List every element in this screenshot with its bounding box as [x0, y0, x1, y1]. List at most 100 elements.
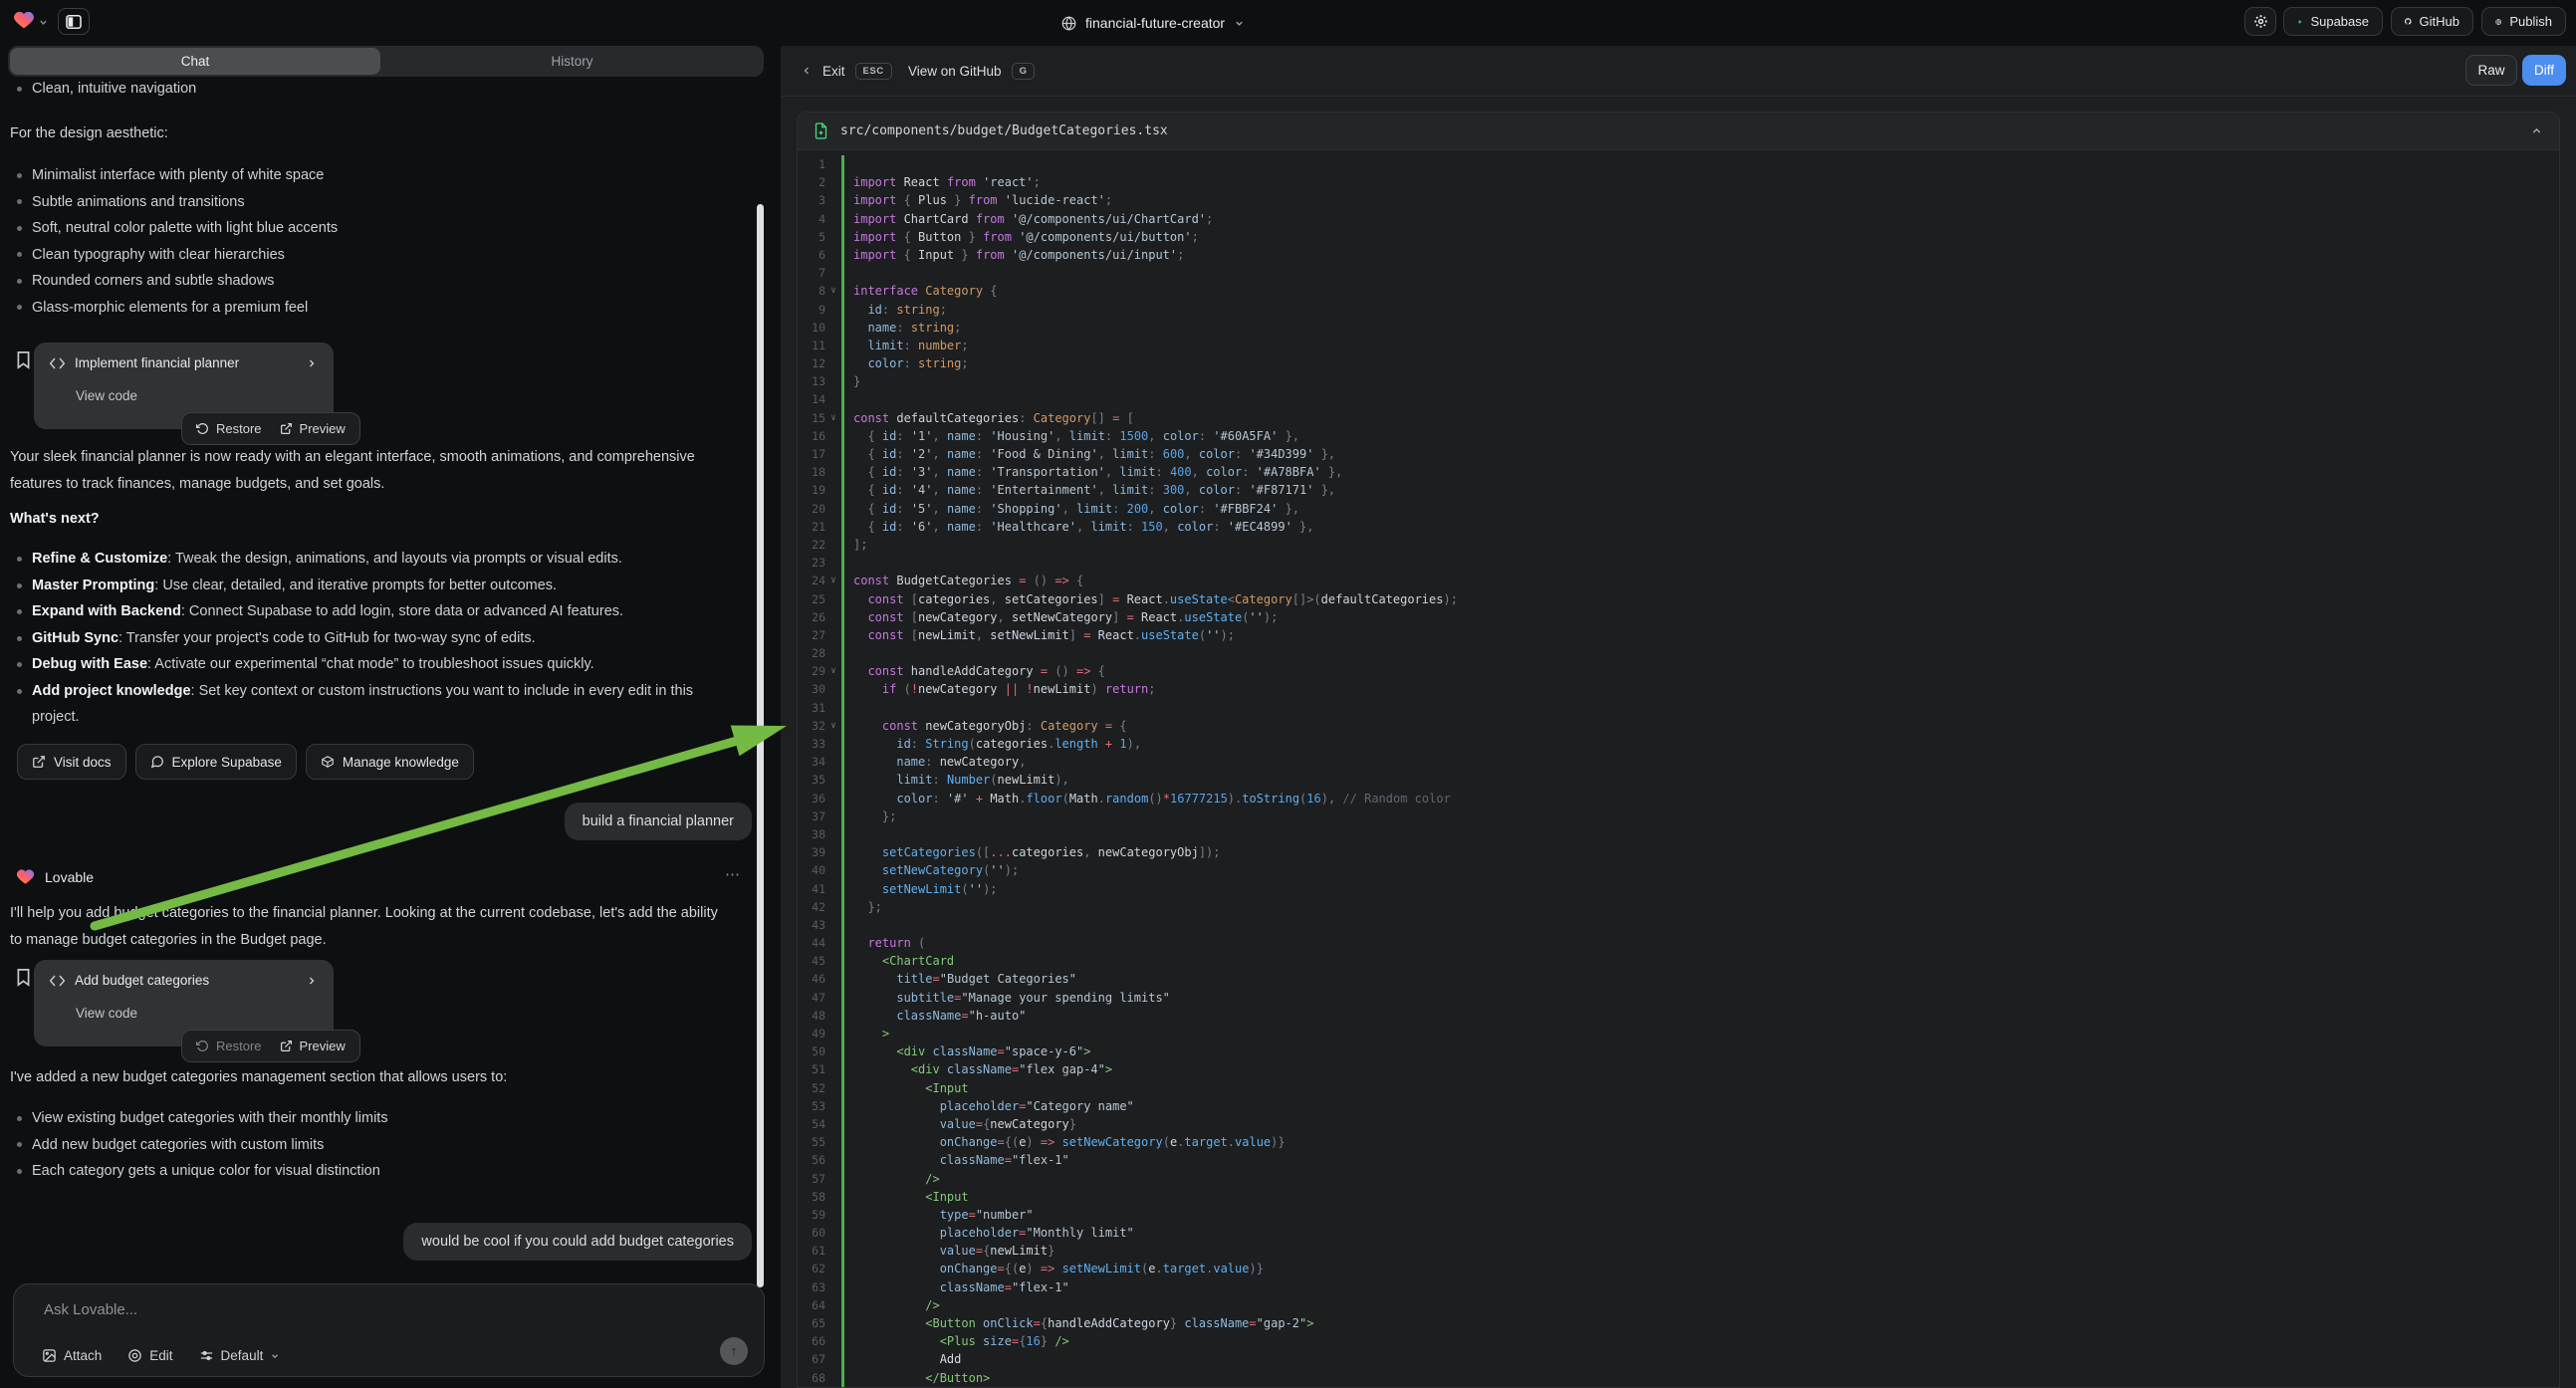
- line-number: 62: [798, 1260, 825, 1277]
- code-text: { id: '1', name: 'Housing', limit: 1500,…: [841, 427, 1299, 445]
- fold-chevron-icon[interactable]: ∨: [825, 717, 841, 735]
- send-button[interactable]: ↑: [720, 1337, 748, 1365]
- supabase-button[interactable]: Supabase: [2283, 7, 2383, 36]
- code-text: { id: '2', name: 'Food & Dining', limit:…: [841, 445, 1335, 463]
- file-bar[interactable]: src/components/budget/BudgetCategories.t…: [798, 113, 2559, 150]
- assistant-paragraph: Your sleek financial planner is now read…: [10, 444, 723, 498]
- code-text: import { Button } from '@/components/ui/…: [841, 228, 1199, 246]
- mode-selector[interactable]: Default: [199, 1348, 281, 1363]
- line-number: 3: [798, 191, 825, 209]
- code-line: 36 color: '#' + Math.floor(Math.random()…: [798, 790, 2559, 808]
- code-line: 10 name: string;: [798, 319, 2559, 337]
- fold-spacer: [825, 481, 841, 499]
- raw-toggle-button[interactable]: Raw: [2465, 55, 2517, 86]
- list-item: Add project knowledge: Set key context o…: [17, 678, 726, 731]
- code-text: color: string;: [841, 354, 969, 372]
- restore-button[interactable]: Restore: [196, 1039, 262, 1053]
- code-text: import { Input } from '@/components/ui/i…: [841, 246, 1184, 264]
- fold-chevron-icon[interactable]: ∨: [825, 662, 841, 680]
- sliders-icon: [199, 1348, 214, 1363]
- fold-spacer: [825, 1042, 841, 1060]
- exit-button[interactable]: Exit ESC: [801, 46, 892, 96]
- bullet-dot: [17, 199, 22, 204]
- assistant-paragraph: I'll help you add budget categories to t…: [10, 900, 723, 954]
- image-icon: [42, 1348, 57, 1363]
- bullet-text: Debug with Ease: Activate our experiment…: [32, 651, 594, 678]
- bookmark-icon[interactable]: [15, 968, 32, 987]
- line-number: 48: [798, 1007, 825, 1025]
- code-text: };: [841, 808, 896, 825]
- code-text: setNewCategory('');: [841, 861, 1019, 879]
- line-number: 65: [798, 1314, 825, 1332]
- line-number: 22: [798, 536, 825, 554]
- view-code-link[interactable]: View code: [76, 1006, 137, 1021]
- publish-button[interactable]: Publish: [2481, 7, 2566, 36]
- code-text: const [categories, setCategories] = Reac…: [841, 590, 1458, 608]
- code-line: 33 id: String(categories.length + 1),: [798, 735, 2559, 753]
- edit-button[interactable]: Edit: [127, 1348, 172, 1363]
- code-lines[interactable]: 12import React from 'react';3import { Pl…: [798, 150, 2559, 1387]
- fold-chevron-icon[interactable]: ∨: [825, 409, 841, 427]
- fold-spacer: [825, 536, 841, 554]
- preview-button[interactable]: Preview: [280, 1039, 346, 1053]
- view-on-github-button[interactable]: View on GitHub G: [908, 46, 1035, 96]
- chevron-up-icon[interactable]: [2530, 124, 2543, 137]
- line-number: 39: [798, 843, 825, 861]
- code-text: limit: number;: [841, 337, 969, 354]
- fold-chevron-icon[interactable]: ∨: [825, 282, 841, 300]
- project-switcher[interactable]: financial-future-creator: [1061, 0, 1245, 46]
- preview-button[interactable]: Preview: [280, 421, 346, 436]
- message-menu-button[interactable]: ⋯: [725, 865, 740, 883]
- line-number: 33: [798, 735, 825, 753]
- file-path: src/components/budget/BudgetCategories.t…: [840, 123, 2518, 138]
- line-number: 30: [798, 680, 825, 698]
- line-number: 16: [798, 427, 825, 445]
- bullet-dot: [17, 252, 22, 257]
- code-line: 26 const [newCategory, setNewCategory] =…: [798, 608, 2559, 626]
- line-number: 52: [798, 1079, 825, 1097]
- code-line: 57 />: [798, 1170, 2559, 1188]
- line-number: 41: [798, 880, 825, 898]
- fold-spacer: [825, 916, 841, 934]
- chat-scrollbar[interactable]: [757, 204, 764, 1287]
- restore-icon: [196, 1040, 209, 1052]
- tab-chat[interactable]: Chat: [10, 48, 380, 75]
- code-text: placeholder="Monthly limit": [841, 1224, 1134, 1242]
- view-code-link[interactable]: View code: [76, 388, 137, 403]
- gear-icon: [2253, 14, 2268, 29]
- bullet-text: Rounded corners and subtle shadows: [32, 268, 274, 295]
- chat-input[interactable]: Ask Lovable...: [44, 1301, 137, 1318]
- publish-label: Publish: [2509, 14, 2552, 29]
- fold-spacer: [825, 608, 841, 626]
- fold-chevron-icon[interactable]: ∨: [825, 572, 841, 589]
- code-line: 6import { Input } from '@/components/ui/…: [798, 246, 2559, 264]
- code-line: 58 <Input: [798, 1188, 2559, 1206]
- explore-supabase-button[interactable]: Explore Supabase: [135, 744, 297, 780]
- list-item: Refine & Customize: Tweak the design, an…: [17, 546, 726, 573]
- manage-knowledge-button[interactable]: Manage knowledge: [306, 744, 474, 780]
- diff-toggle-button[interactable]: Diff: [2522, 55, 2566, 86]
- fold-spacer: [825, 1314, 841, 1332]
- bookmark-icon[interactable]: [15, 350, 32, 369]
- line-number: 10: [798, 319, 825, 337]
- line-number: 26: [798, 608, 825, 626]
- attach-button[interactable]: Attach: [42, 1348, 102, 1363]
- view-on-github-label: View on GitHub: [908, 64, 1002, 79]
- tab-history[interactable]: History: [382, 48, 762, 75]
- restore-button[interactable]: Restore: [196, 421, 262, 436]
- external-link-icon: [32, 755, 46, 769]
- fold-spacer: [825, 970, 841, 988]
- line-number: 8: [798, 282, 825, 300]
- card-actions-pill: Restore Preview: [181, 1030, 360, 1062]
- github-label: GitHub: [2420, 14, 2459, 29]
- settings-button[interactable]: [2244, 7, 2276, 36]
- fold-spacer: [825, 644, 841, 662]
- line-number: 11: [798, 337, 825, 354]
- code-text: Add: [841, 1350, 961, 1368]
- fold-spacer: [825, 590, 841, 608]
- fold-spacer: [825, 808, 841, 825]
- code-text: [841, 554, 853, 572]
- github-button[interactable]: GitHub: [2391, 7, 2473, 36]
- visit-docs-button[interactable]: Visit docs: [17, 744, 126, 780]
- bullet-text: Add new budget categories with custom li…: [32, 1132, 324, 1159]
